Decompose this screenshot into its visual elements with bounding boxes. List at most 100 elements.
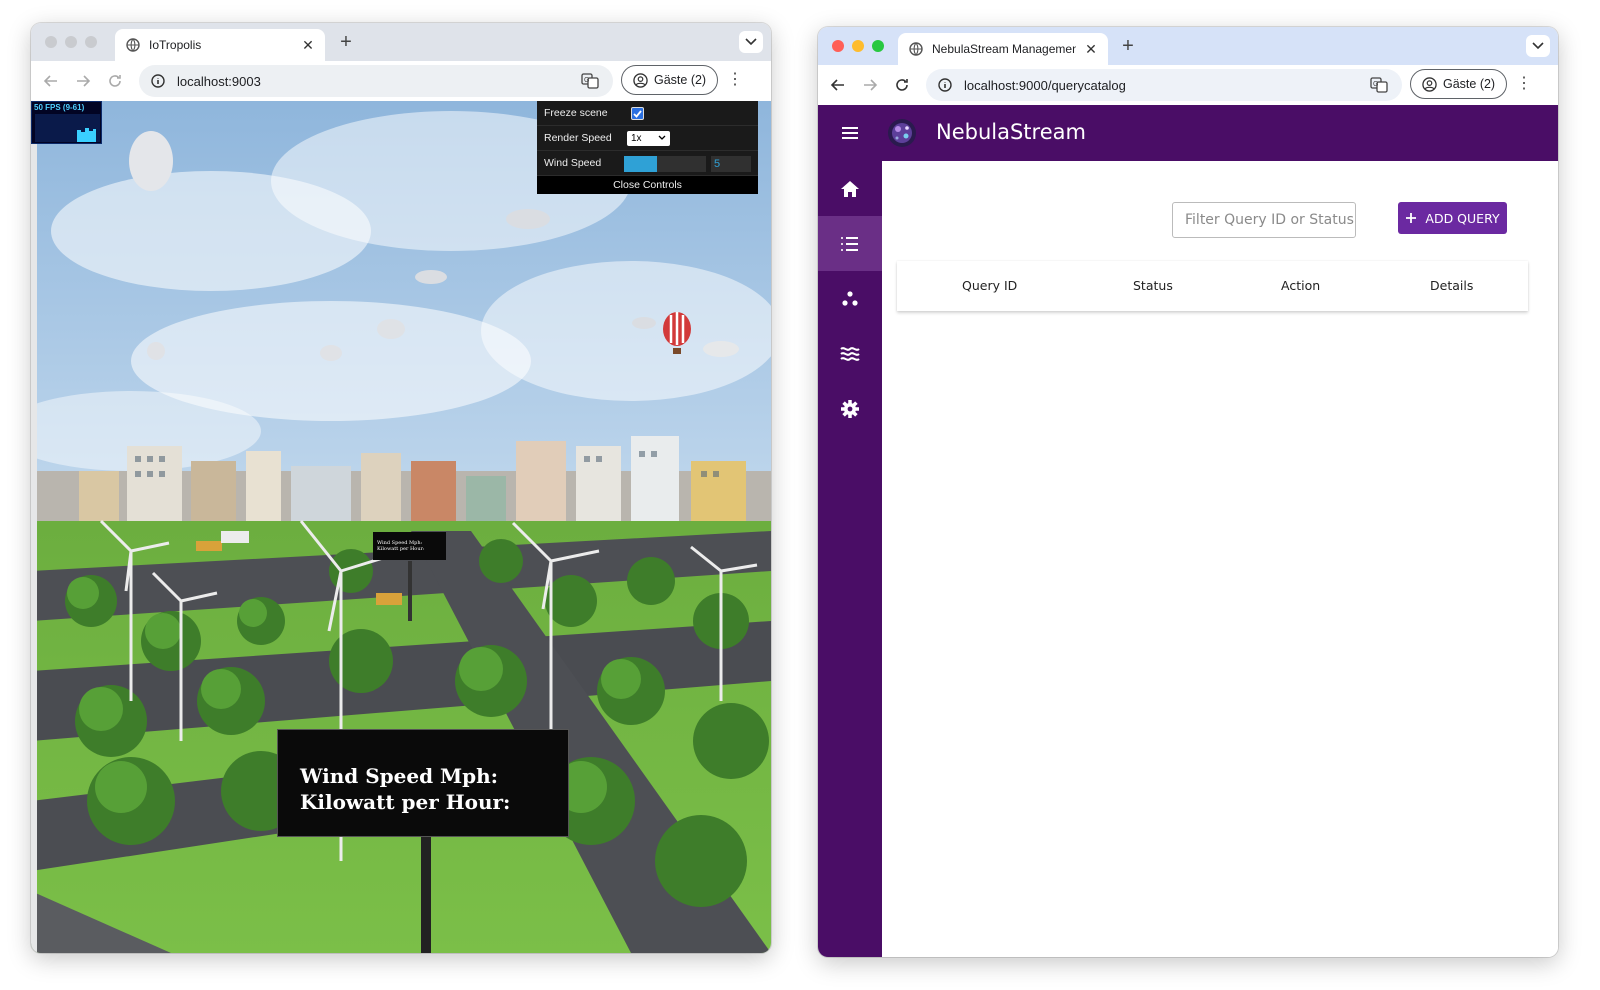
tab-nebulastream[interactable]: NebulaStream Management U ✕ (898, 33, 1108, 65)
maximize-window-button[interactable] (872, 40, 884, 52)
profile-button[interactable]: Gäste (2) (1410, 69, 1508, 99)
wind-speed-input[interactable]: 5 (711, 156, 751, 172)
minimize-window-button[interactable] (852, 40, 864, 52)
reload-button[interactable] (103, 69, 127, 93)
globe-icon (125, 37, 141, 53)
account-icon (633, 72, 648, 88)
tab-title: IoTropolis (149, 38, 202, 52)
wind-speed-row: Wind Speed 5 (537, 151, 758, 176)
chevron-down-icon (1532, 42, 1544, 50)
column-header-details[interactable]: Details (1430, 278, 1473, 293)
tab-search-button[interactable] (739, 31, 763, 53)
address-bar[interactable]: localhost:9003 G (139, 65, 613, 97)
nav-settings[interactable] (818, 381, 882, 436)
nav-streams[interactable] (818, 326, 882, 381)
profile-label: Gäste (2) (654, 73, 707, 87)
query-table: Query ID Status Action Details (897, 261, 1528, 311)
arrow-left-icon (830, 79, 844, 91)
browser-toolbar: localhost:9000/querycatalog G Gäste (2) … (818, 65, 1558, 105)
close-window-button[interactable] (832, 40, 844, 52)
settings-icon (841, 399, 859, 418)
wind-speed-sign: Wind Speed Mph: Kilowatt per Hour: (277, 729, 569, 837)
maximize-window-button[interactable] (85, 36, 97, 48)
new-tab-button[interactable]: + (334, 31, 358, 55)
translate-icon[interactable]: G (581, 72, 599, 90)
freeze-scene-label: Freeze scene (544, 107, 608, 119)
hamburger-menu-icon (842, 127, 858, 139)
forward-button[interactable] (71, 69, 95, 93)
iotropolis-browser-window: IoTropolis ✕ + localhost:9003 G Gäste (2… (31, 23, 771, 953)
nebulastream-browser-window: NebulaStream Management U ✕ + localhost:… (818, 27, 1558, 957)
column-header-query-id[interactable]: Query ID (962, 278, 1017, 293)
freeze-scene-row: Freeze scene (537, 101, 758, 126)
close-tab-icon[interactable]: ✕ (301, 37, 315, 54)
controls-panel: Freeze scene Render Speed 1x Wind Speed … (537, 101, 758, 194)
back-button[interactable] (39, 69, 63, 93)
list-icon (841, 236, 858, 251)
reload-icon (896, 79, 908, 91)
tab-strip: IoTropolis ✕ + (31, 23, 771, 61)
arrow-right-icon (864, 79, 878, 91)
minimize-window-button[interactable] (65, 36, 77, 48)
nebulastream-logo (886, 117, 918, 149)
sign-line-kilowatt: Kilowatt per Hour: (300, 790, 511, 814)
info-icon[interactable] (938, 78, 952, 92)
window-controls (832, 40, 884, 52)
address-bar[interactable]: localhost:9000/querycatalog G (926, 69, 1402, 101)
render-speed-value: 1x (631, 133, 642, 144)
translate-icon[interactable]: G (1370, 76, 1388, 94)
chevron-down-icon (745, 38, 757, 46)
topology-icon (842, 290, 858, 306)
column-header-action[interactable]: Action (1281, 278, 1320, 293)
window-controls (45, 36, 97, 48)
menu-button[interactable] (840, 123, 860, 143)
tab-title: NebulaStream Management U (932, 42, 1076, 56)
render-speed-select[interactable]: 1x (627, 131, 670, 146)
add-query-label: ADD QUERY (1425, 210, 1500, 226)
nav-topology[interactable] (818, 271, 882, 326)
browser-toolbar: localhost:9003 G Gäste (2) ⋮ (31, 61, 771, 101)
svg-text:G: G (584, 77, 589, 84)
add-query-button[interactable]: ADD QUERY (1398, 202, 1507, 234)
tab-search-button[interactable] (1526, 35, 1550, 57)
plus-icon (1406, 213, 1417, 223)
fps-graph (35, 114, 100, 142)
url-text: localhost:9003 (177, 73, 261, 89)
check-icon (633, 110, 642, 118)
wind-speed-slider-fill (624, 156, 657, 172)
nav-query-catalog[interactable] (818, 216, 882, 271)
info-icon[interactable] (151, 74, 165, 88)
wind-speed-slider[interactable] (624, 156, 706, 172)
close-tab-icon[interactable]: ✕ (1084, 41, 1098, 58)
filter-query-input[interactable]: Filter Query ID or Status (1172, 202, 1356, 238)
browser-menu-icon[interactable]: ⋮ (1514, 75, 1534, 95)
reload-button[interactable] (890, 73, 914, 97)
column-header-status[interactable]: Status (1133, 278, 1173, 293)
iotropolis-3d-scene[interactable]: 50 FPS (9-61) Freeze scene Render Speed … (31, 101, 771, 953)
nebulastream-app: NebulaStream Filter Query ID or Status A… (818, 105, 1558, 957)
sign-line-wind-speed: Wind Speed Mph: (300, 764, 499, 788)
close-controls-button[interactable]: Close Controls (537, 176, 758, 194)
globe-icon (908, 41, 924, 57)
profile-label: Gäste (2) (1443, 77, 1496, 91)
browser-menu-icon[interactable]: ⋮ (725, 71, 745, 91)
app-title: NebulaStream (936, 120, 1086, 144)
nav-home[interactable] (818, 161, 882, 216)
fps-label: 50 FPS (9-61) (34, 103, 85, 112)
svg-text:G: G (1373, 81, 1378, 88)
tab-strip: NebulaStream Management U ✕ + (818, 27, 1558, 65)
distant-sign-line2: Kilowatt per Hour: (377, 546, 425, 552)
app-bar: NebulaStream (818, 105, 1558, 161)
new-tab-button[interactable]: + (1116, 35, 1140, 59)
tab-iotropolis[interactable]: IoTropolis ✕ (115, 29, 325, 61)
arrow-right-icon (77, 75, 91, 87)
close-window-button[interactable] (45, 36, 57, 48)
forward-button[interactable] (858, 73, 882, 97)
back-button[interactable] (826, 73, 850, 97)
render-speed-label: Render Speed (544, 132, 612, 144)
chevron-down-icon (658, 135, 666, 140)
distant-wind-sign: Wind Speed Mph: Kilowatt per Hour: (373, 532, 446, 560)
profile-button[interactable]: Gäste (2) (621, 65, 719, 95)
freeze-scene-checkbox[interactable] (631, 107, 644, 120)
fps-meter: 50 FPS (9-61) (31, 101, 102, 144)
